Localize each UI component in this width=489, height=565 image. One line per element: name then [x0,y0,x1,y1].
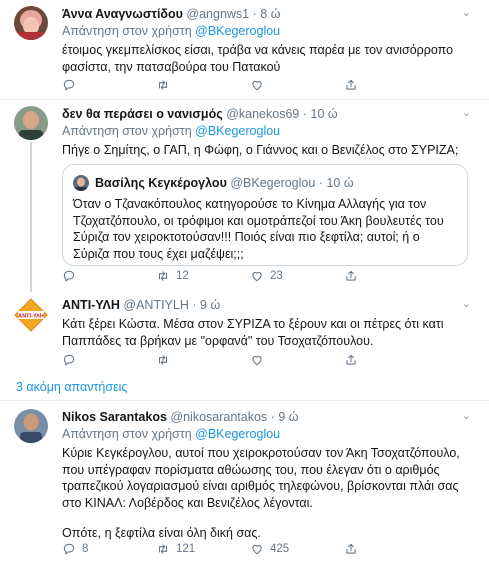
reply-handle-link[interactable]: @BKegeroglou [195,24,280,38]
heart-icon [252,356,262,366]
author-handle[interactable]: @angnws1 [186,7,249,21]
author-handle: @BKegeroglou [230,176,316,190]
tweet-actions: 12 23 [62,269,358,283]
retweet-button[interactable] [156,353,250,367]
like-button[interactable] [250,353,344,367]
tweet-text: Πήγε ο Σημίτης, ο ΓΑΠ, η Φώφη, ο Γιάννος… [62,143,459,157]
share-icon [346,543,356,554]
tweet[interactable]: Nikos Sarantakos @nikosarantakos · 9 ώ ⌄… [0,401,489,565]
retweet-icon [158,544,168,554]
reply-prefix: Απάντηση στον χρήστη [62,124,192,138]
tweet-header: ΑΝΤΙ-ΥΛΗ @ANTIYLH · 9 ώ [62,297,471,313]
author-name[interactable]: Nikos Sarantakos [62,410,167,424]
reply-handle-link[interactable]: @BKegeroglou [195,427,280,441]
tweet-header: Άννα Αναγνωστίδου @angnws1 · 8 ώ [62,6,471,22]
reply-prefix: Απάντηση στον χρήστη [62,24,192,38]
tweet-actions [62,353,358,367]
heart-icon [252,272,262,282]
reply-button[interactable] [62,78,156,92]
retweet-icon [158,355,168,365]
retweet-button[interactable]: 12 [156,269,250,283]
like-button[interactable] [250,78,344,92]
tweet[interactable]: Άννα Αναγνωστίδου @angnws1 · 8 ώ ⌄ Απάντ… [0,0,489,100]
tweet[interactable]: δεν θα περάσει ο νανισμός @kanekos69 · 1… [0,100,489,290]
avatar[interactable]: ΑΝΤΙ-ΥΛΗ [14,298,48,332]
tweet-text: έτοιμος γκεμπελίσκος είσαι, τράβα να κάν… [62,43,454,74]
avatar[interactable] [14,106,48,140]
timestamp[interactable]: 8 ώ [260,7,280,21]
chevron-down-icon[interactable]: ⌄ [462,106,471,119]
separator-dot: · [252,7,257,21]
retweet-icon [158,80,168,90]
chevron-down-icon[interactable]: ⌄ [462,6,471,19]
separator-dot: · [192,298,197,312]
author-name[interactable]: ΑΝΤΙ-ΥΛΗ [62,298,120,312]
avatar[interactable] [14,409,48,443]
separator-dot: · [302,107,308,121]
retweet-button[interactable]: 121 [156,542,250,556]
avatar [73,175,89,191]
show-more-replies-link[interactable]: 3 ακόμη απαντήσεις [16,380,127,394]
like-button[interactable]: 23 [250,269,344,283]
reply-context: Απάντηση στον χρήστη @BKegeroglou [62,123,471,139]
like-count: 23 [270,270,283,282]
separator-dot: · [318,176,323,190]
chevron-down-icon[interactable]: ⌄ [462,297,471,310]
share-button[interactable] [344,353,358,367]
share-icon [346,270,356,281]
author-name[interactable]: δεν θα περάσει ο νανισμός [62,107,223,121]
tweet-header: Nikos Sarantakos @nikosarantakos · 9 ώ [62,409,471,425]
reply-button[interactable]: 8 [62,542,156,556]
reply-icon [63,354,75,366]
reply-handle-link[interactable]: @BKegeroglou [195,124,280,138]
tweet-text: Κάτι ξέρει Κώστα. Μέσα στον ΣΥΡΙΖΑ το ξέ… [62,317,444,348]
timestamp[interactable]: 10 ώ [311,107,338,121]
share-icon [346,79,356,90]
tweet-text-second-paragraph: Οπότε, η ξεφτίλα είναι όλη δική σας. [62,526,261,540]
timestamp: 10 ώ [326,176,354,190]
share-icon [346,354,356,365]
quoted-tweet-text: Όταν ο Τζανακόπουλος κατηγορούσε το Κίνη… [73,197,444,261]
separator-dot: · [270,410,275,424]
reply-context: Απάντηση στον χρήστη @BKegeroglou [62,23,471,39]
heart-icon [252,545,262,555]
reply-icon [63,543,75,555]
svg-text:ΑΝΤΙ-ΥΛΗ: ΑΝΤΙ-ΥΛΗ [18,314,44,320]
reply-icon [63,270,75,282]
like-button[interactable]: 425 [250,542,344,556]
heart-icon [252,81,262,91]
tweet-actions: 8 121 425 [62,542,358,556]
reply-count: 8 [82,543,89,555]
reply-button[interactable] [62,353,156,367]
reply-prefix: Απάντηση στον χρήστη [62,427,192,441]
quoted-tweet-header: Βασίλης Κεγκέρογλου @BKegeroglou · 10 ώ [95,175,354,191]
like-count: 425 [270,543,290,555]
reply-context: Απάντηση στον χρήστη @BKegeroglou [62,426,471,442]
reply-button[interactable] [62,269,156,283]
author-name: Βασίλης Κεγκέρογλου [95,176,227,190]
tweet-header: δεν θα περάσει ο νανισμός @kanekos69 · 1… [62,106,471,122]
tweet-text: Κύριε Κεγκέρογλου, αυτοί που χειροκροτού… [62,446,460,510]
author-name[interactable]: Άννα Αναγνωστίδου [62,7,183,21]
timestamp[interactable]: 9 ώ [200,298,220,312]
avatar[interactable] [14,6,48,40]
thread-connector-line [30,142,32,292]
author-handle[interactable]: @nikosarantakos [170,410,267,424]
share-button[interactable] [344,269,358,283]
retweet-count: 121 [176,543,196,555]
chevron-down-icon[interactable]: ⌄ [462,409,471,422]
quoted-tweet[interactable]: Βασίλης Κεγκέρογλου @BKegeroglou · 10 ώ … [62,164,468,266]
share-button[interactable] [344,542,358,556]
retweet-button[interactable] [156,78,250,92]
author-handle[interactable]: @kanekos69 [226,107,299,121]
reply-icon [63,79,75,91]
author-handle[interactable]: @ANTIYLH [123,298,188,312]
tweet-actions [62,78,358,92]
share-button[interactable] [344,78,358,92]
tweet[interactable]: ΑΝΤΙ-ΥΛΗ ΑΝΤΙ-ΥΛΗ @ANTIYLH · 9 ώ ⌄ Κάτι … [0,290,489,375]
timestamp[interactable]: 9 ώ [278,410,298,424]
retweet-icon [158,271,168,281]
retweet-count: 12 [176,270,189,282]
